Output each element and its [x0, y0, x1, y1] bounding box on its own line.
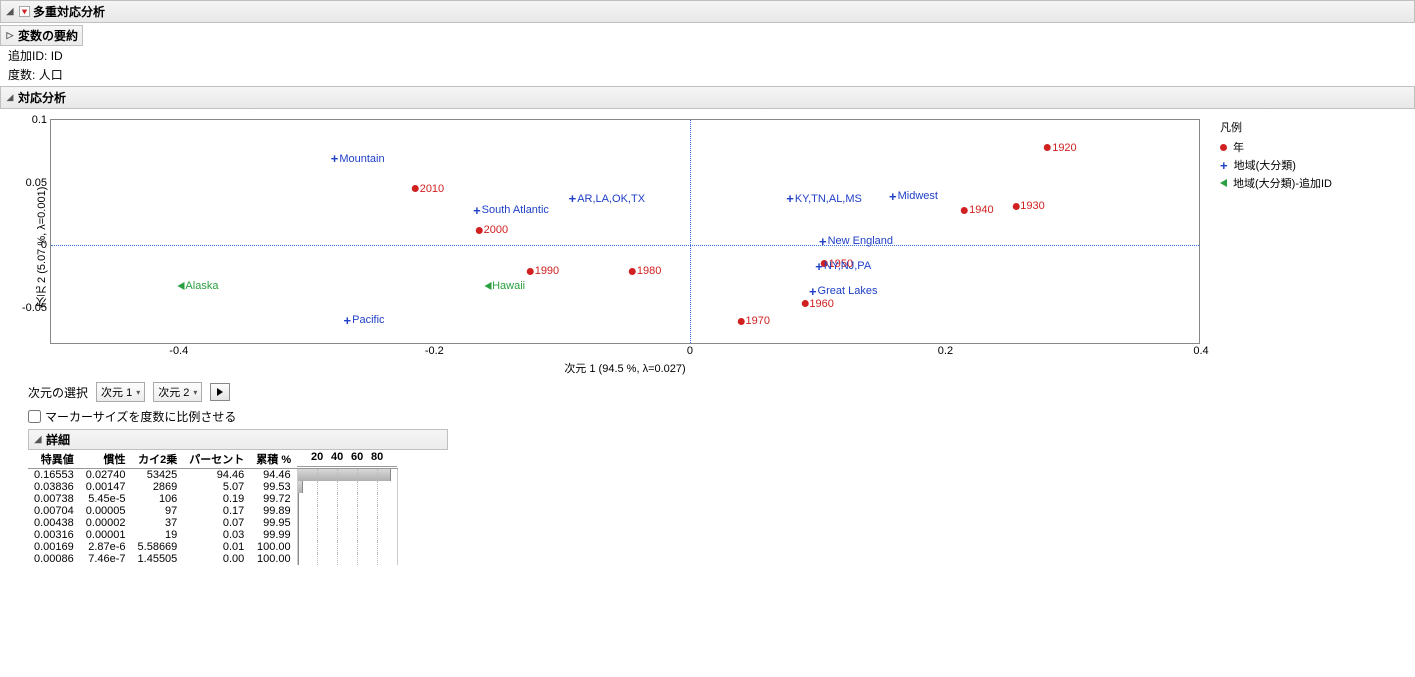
- point-great-lakes[interactable]: +Great Lakes: [809, 285, 878, 297]
- legend-item-region: 地域(大分類): [1234, 157, 1296, 173]
- legend-item-region-id: 地域(大分類)-追加ID: [1233, 175, 1332, 191]
- table-row: 0.007385.45e-51060.1999.72: [28, 493, 397, 505]
- col-header: 累積 %: [250, 450, 297, 469]
- point-1990[interactable]: 1990: [527, 265, 559, 277]
- point-2010[interactable]: 2010: [412, 183, 444, 195]
- y-tick: 0.05: [26, 177, 51, 189]
- legend: 凡例 年 +地域(大分類) 地域(大分類)-追加ID: [1200, 119, 1332, 376]
- legend-title: 凡例: [1220, 119, 1332, 135]
- id-label: 追加ID:: [8, 49, 47, 63]
- x-tick: -0.4: [169, 343, 188, 357]
- marker-size-checkbox[interactable]: [28, 410, 41, 423]
- point-1940[interactable]: 1940: [961, 204, 993, 216]
- point-1930[interactable]: 1930: [1012, 200, 1044, 212]
- x-tick: 0: [687, 343, 693, 357]
- point-ky-tn-al-ms[interactable]: +KY,TN,AL,MS: [786, 193, 862, 205]
- disclosure-main[interactable]: ◢: [5, 7, 15, 17]
- point-1970[interactable]: 1970: [738, 315, 770, 327]
- legend-item-year: 年: [1233, 139, 1244, 155]
- dim-select-label: 次元の選択: [28, 384, 88, 401]
- freq-label: 度数:: [8, 68, 35, 82]
- table-row: 0.004380.00002370.0799.95: [28, 517, 397, 529]
- scatter-plot[interactable]: -0.0500.050.1-0.4-0.200.20.4201020001990…: [50, 119, 1200, 344]
- dim2-combo[interactable]: 次元 2▾: [153, 382, 202, 402]
- point-new-england[interactable]: +New England: [819, 235, 893, 247]
- point-1920[interactable]: 1920: [1044, 142, 1076, 154]
- point-2000[interactable]: 2000: [476, 224, 508, 236]
- sub1-title: 変数の要約: [18, 27, 78, 44]
- menu-dropdown-icon[interactable]: [18, 6, 30, 18]
- table-row: 0.007040.00005970.1799.89: [28, 505, 397, 517]
- y-tick: 0: [41, 239, 51, 251]
- col-header: カイ2乗: [132, 450, 184, 469]
- col-header: 慣性: [80, 450, 132, 469]
- id-value: ID: [51, 49, 63, 63]
- sub2-title: 対応分析: [18, 89, 66, 106]
- point-pacific[interactable]: +Pacific: [344, 314, 385, 326]
- table-row: 0.001692.87e-65.586690.01100.00: [28, 541, 397, 553]
- point-ny-nj-pa[interactable]: +NY,NJ,PA: [815, 260, 871, 272]
- x-axis-label: 次元 1 (94.5 %, λ=0.027): [50, 344, 1200, 376]
- disclosure-details[interactable]: ◢: [33, 435, 43, 445]
- point-midwest[interactable]: +Midwest: [889, 190, 938, 202]
- point-hawaii[interactable]: Hawaii: [484, 280, 525, 292]
- x-tick: 0.2: [938, 343, 953, 357]
- point-1960[interactable]: 1960: [801, 298, 833, 310]
- details-table: 特異値慣性カイ2乗パーセント累積 %204060800.165530.02740…: [28, 450, 398, 565]
- table-row: 0.038360.0014728695.0799.53: [28, 481, 397, 493]
- point-mountain[interactable]: +Mountain: [331, 153, 385, 165]
- table-row: 0.003160.00001190.0399.99: [28, 529, 397, 541]
- point-south-atlantic[interactable]: +South Atlantic: [473, 204, 549, 216]
- col-header: 特異値: [28, 450, 80, 469]
- y-tick: 0.1: [32, 114, 51, 126]
- go-button[interactable]: [210, 383, 230, 401]
- point-1980[interactable]: 1980: [629, 265, 661, 277]
- details-title: 詳細: [46, 431, 70, 448]
- disclosure-sub1[interactable]: ▷: [5, 31, 15, 41]
- x-tick: 0.4: [1193, 343, 1208, 357]
- disclosure-sub2[interactable]: ◢: [5, 93, 15, 103]
- table-row: 0.165530.027405342594.4694.46: [28, 469, 397, 482]
- table-row: 0.000867.46e-71.455050.00100.00: [28, 553, 397, 565]
- y-tick: -0.05: [22, 302, 51, 314]
- dim1-combo[interactable]: 次元 1▾: [96, 382, 145, 402]
- point-alaska[interactable]: Alaska: [177, 280, 218, 292]
- freq-value: 人口: [39, 68, 63, 82]
- marker-size-label: マーカーサイズを度数に比例させる: [45, 408, 236, 425]
- col-header: パーセント: [183, 450, 250, 469]
- x-tick: -0.2: [425, 343, 444, 357]
- point-ar-la-ok-tx[interactable]: +AR,LA,OK,TX: [569, 193, 645, 205]
- main-title: 多重対応分析: [33, 3, 105, 20]
